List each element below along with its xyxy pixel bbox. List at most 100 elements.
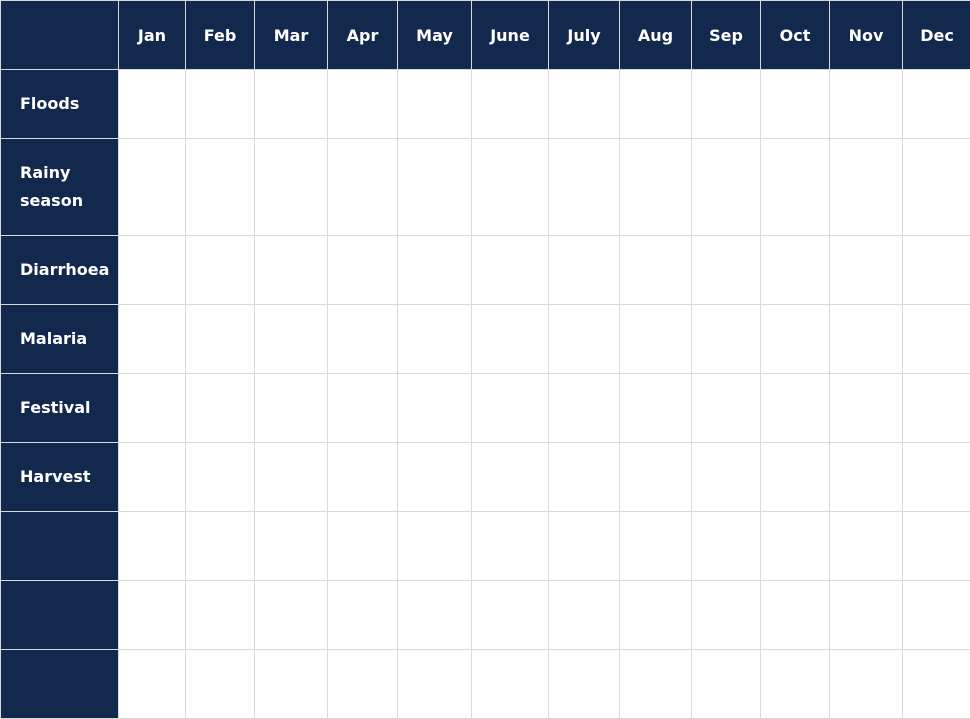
calendar-cell-mar[interactable] [255, 512, 328, 581]
calendar-cell-feb[interactable] [186, 443, 255, 512]
calendar-cell-jan[interactable] [119, 512, 186, 581]
calendar-cell-jan[interactable] [119, 374, 186, 443]
calendar-cell-july[interactable] [549, 650, 620, 719]
calendar-cell-may[interactable] [398, 443, 472, 512]
calendar-cell-july[interactable] [549, 443, 620, 512]
calendar-cell-feb[interactable] [186, 581, 255, 650]
calendar-cell-sep[interactable] [692, 236, 761, 305]
calendar-cell-feb[interactable] [186, 512, 255, 581]
calendar-cell-july[interactable] [549, 512, 620, 581]
calendar-cell-may[interactable] [398, 581, 472, 650]
calendar-cell-aug[interactable] [620, 139, 692, 236]
calendar-cell-jan[interactable] [119, 70, 186, 139]
calendar-cell-sep[interactable] [692, 650, 761, 719]
calendar-cell-july[interactable] [549, 305, 620, 374]
calendar-cell-dec[interactable] [903, 70, 970, 139]
calendar-cell-aug[interactable] [620, 236, 692, 305]
calendar-cell-apr[interactable] [328, 443, 398, 512]
calendar-cell-mar[interactable] [255, 236, 328, 305]
calendar-cell-may[interactable] [398, 305, 472, 374]
calendar-cell-dec[interactable] [903, 650, 970, 719]
calendar-cell-may[interactable] [398, 650, 472, 719]
calendar-cell-dec[interactable] [903, 443, 970, 512]
calendar-cell-feb[interactable] [186, 236, 255, 305]
calendar-cell-sep[interactable] [692, 443, 761, 512]
calendar-cell-apr[interactable] [328, 305, 398, 374]
calendar-cell-dec[interactable] [903, 581, 970, 650]
calendar-cell-mar[interactable] [255, 443, 328, 512]
calendar-cell-oct[interactable] [761, 305, 830, 374]
calendar-cell-apr[interactable] [328, 650, 398, 719]
calendar-cell-july[interactable] [549, 236, 620, 305]
calendar-cell-aug[interactable] [620, 581, 692, 650]
calendar-cell-mar[interactable] [255, 305, 328, 374]
calendar-cell-june[interactable] [472, 236, 549, 305]
calendar-cell-may[interactable] [398, 512, 472, 581]
calendar-cell-dec[interactable] [903, 374, 970, 443]
calendar-cell-jan[interactable] [119, 236, 186, 305]
calendar-cell-oct[interactable] [761, 512, 830, 581]
calendar-cell-june[interactable] [472, 70, 549, 139]
calendar-cell-sep[interactable] [692, 305, 761, 374]
calendar-cell-jan[interactable] [119, 650, 186, 719]
calendar-cell-june[interactable] [472, 305, 549, 374]
calendar-cell-nov[interactable] [830, 650, 903, 719]
calendar-cell-may[interactable] [398, 70, 472, 139]
calendar-cell-aug[interactable] [620, 374, 692, 443]
calendar-cell-apr[interactable] [328, 374, 398, 443]
calendar-cell-june[interactable] [472, 139, 549, 236]
calendar-cell-jan[interactable] [119, 139, 186, 236]
calendar-cell-nov[interactable] [830, 305, 903, 374]
calendar-cell-mar[interactable] [255, 139, 328, 236]
calendar-cell-aug[interactable] [620, 650, 692, 719]
calendar-cell-feb[interactable] [186, 374, 255, 443]
calendar-cell-aug[interactable] [620, 443, 692, 512]
calendar-cell-apr[interactable] [328, 70, 398, 139]
calendar-cell-oct[interactable] [761, 236, 830, 305]
calendar-cell-sep[interactable] [692, 139, 761, 236]
calendar-cell-dec[interactable] [903, 139, 970, 236]
calendar-cell-apr[interactable] [328, 139, 398, 236]
calendar-cell-may[interactable] [398, 139, 472, 236]
calendar-cell-mar[interactable] [255, 581, 328, 650]
calendar-cell-aug[interactable] [620, 305, 692, 374]
calendar-cell-june[interactable] [472, 374, 549, 443]
calendar-cell-may[interactable] [398, 374, 472, 443]
calendar-cell-mar[interactable] [255, 70, 328, 139]
calendar-cell-oct[interactable] [761, 374, 830, 443]
calendar-cell-nov[interactable] [830, 139, 903, 236]
calendar-cell-apr[interactable] [328, 512, 398, 581]
calendar-cell-nov[interactable] [830, 443, 903, 512]
calendar-cell-nov[interactable] [830, 512, 903, 581]
calendar-cell-sep[interactable] [692, 512, 761, 581]
calendar-cell-mar[interactable] [255, 650, 328, 719]
calendar-cell-sep[interactable] [692, 374, 761, 443]
calendar-cell-dec[interactable] [903, 512, 970, 581]
calendar-cell-feb[interactable] [186, 650, 255, 719]
calendar-cell-nov[interactable] [830, 374, 903, 443]
calendar-cell-feb[interactable] [186, 70, 255, 139]
calendar-cell-jan[interactable] [119, 305, 186, 374]
calendar-cell-sep[interactable] [692, 581, 761, 650]
calendar-cell-june[interactable] [472, 581, 549, 650]
calendar-cell-june[interactable] [472, 512, 549, 581]
calendar-cell-july[interactable] [549, 581, 620, 650]
calendar-cell-july[interactable] [549, 139, 620, 236]
calendar-cell-oct[interactable] [761, 70, 830, 139]
calendar-cell-apr[interactable] [328, 236, 398, 305]
calendar-cell-july[interactable] [549, 374, 620, 443]
calendar-cell-dec[interactable] [903, 305, 970, 374]
calendar-cell-nov[interactable] [830, 236, 903, 305]
calendar-cell-aug[interactable] [620, 512, 692, 581]
calendar-cell-feb[interactable] [186, 139, 255, 236]
calendar-cell-jan[interactable] [119, 581, 186, 650]
calendar-cell-june[interactable] [472, 650, 549, 719]
calendar-cell-july[interactable] [549, 70, 620, 139]
calendar-cell-dec[interactable] [903, 236, 970, 305]
calendar-cell-jan[interactable] [119, 443, 186, 512]
calendar-cell-nov[interactable] [830, 581, 903, 650]
calendar-cell-mar[interactable] [255, 374, 328, 443]
calendar-cell-feb[interactable] [186, 305, 255, 374]
calendar-cell-nov[interactable] [830, 70, 903, 139]
calendar-cell-sep[interactable] [692, 70, 761, 139]
